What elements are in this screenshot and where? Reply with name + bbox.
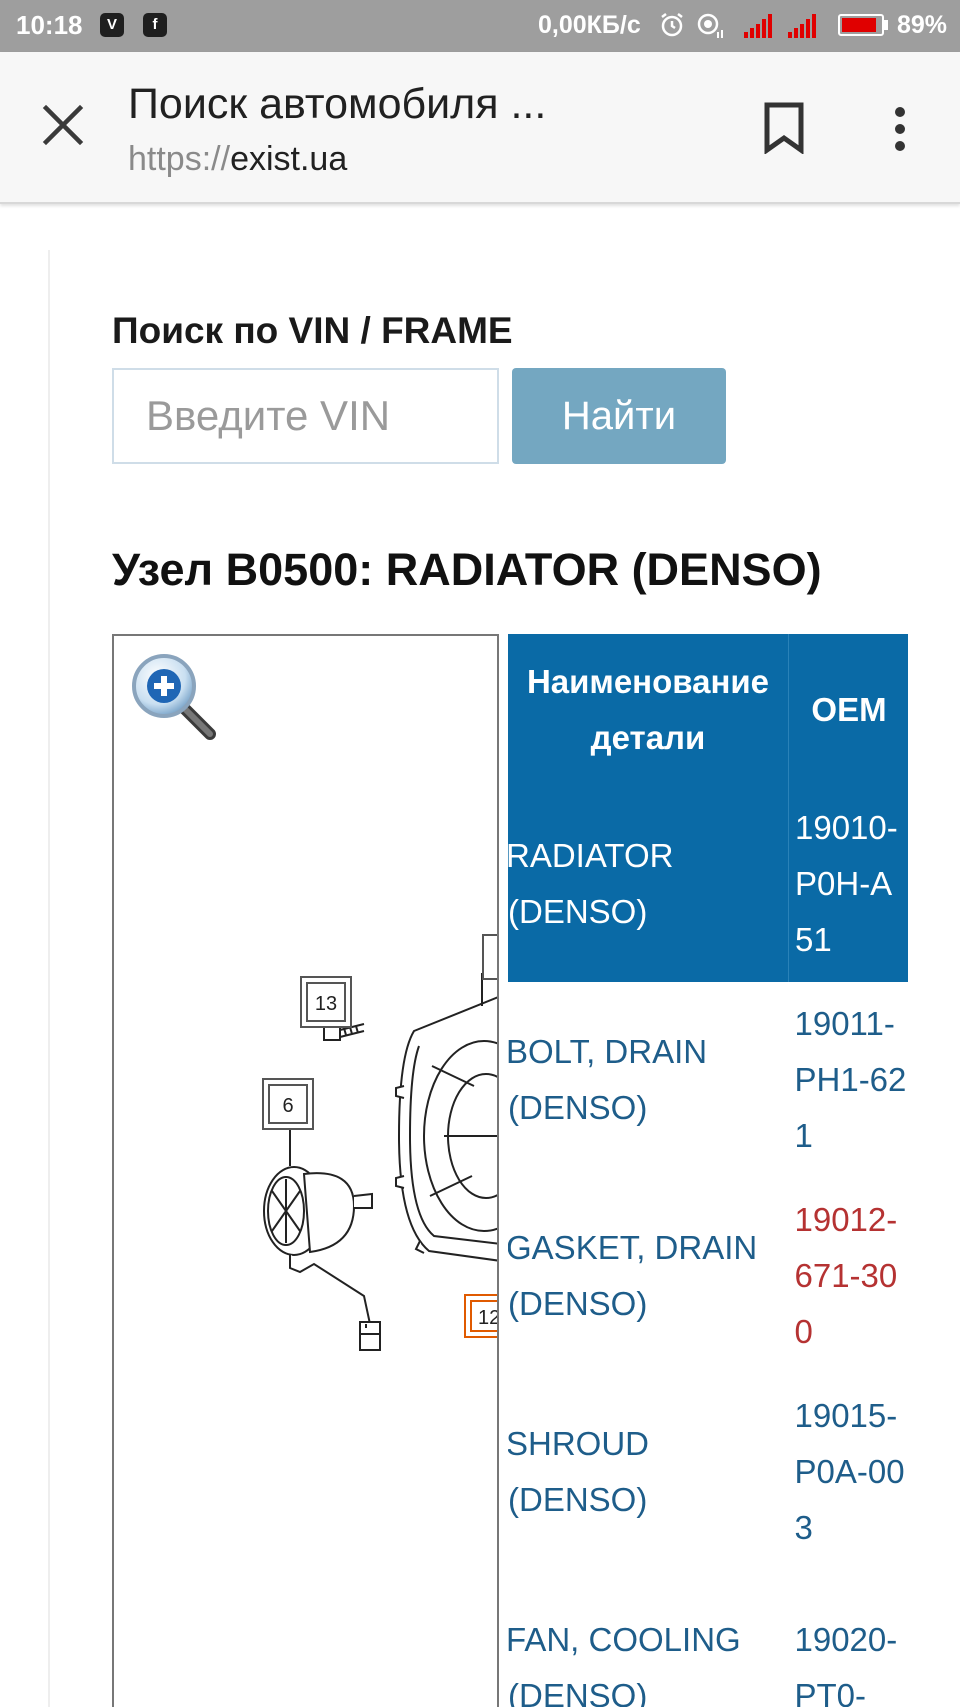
- battery-percent: 89%: [897, 11, 948, 39]
- page-url[interactable]: https://exist.ua: [128, 140, 347, 179]
- viber-icon: V: [100, 13, 124, 37]
- browser-toolbar: Поиск автомобиля ... https://exist.ua: [0, 52, 960, 204]
- callout-13-label: 13: [306, 982, 346, 1022]
- url-host: exist.ua: [230, 140, 348, 178]
- callout-13[interactable]: 13: [300, 976, 352, 1028]
- part-name[interactable]: SHROUD (DENSO): [508, 1374, 789, 1570]
- unit-title: Узел B0500: RADIATOR (DENSO): [112, 544, 822, 595]
- parts-table-body: RADIATOR (DENSO) 19010-P0H-A51 BOLT, DRAIN…: [508, 786, 908, 1707]
- callout-6[interactable]: 6: [262, 1078, 314, 1130]
- part-name[interactable]: BOLT, DRAIN (DENSO): [508, 982, 789, 1178]
- part-name[interactable]: RADIATOR (DENSO): [508, 786, 789, 982]
- part-oem-number[interactable]: 19011-PH1-621: [789, 982, 909, 1178]
- column-header-oem[interactable]: OEM: [788, 634, 908, 786]
- bookmark-icon[interactable]: [762, 102, 806, 154]
- vin-search-label: Поиск по VIN / FRAME: [112, 310, 513, 351]
- callout-12-label: 12: [470, 1300, 497, 1332]
- parts-table-viewport: Наименование детали OEM RADIATOR (DENSO)…: [508, 634, 908, 1707]
- page-content: Поиск по VIN / FRAME Найти Узел B0500: R…: [0, 204, 960, 1707]
- part-name[interactable]: FAN, COOLING (DENSO): [508, 1570, 789, 1707]
- part-oem-number[interactable]: 19010-P0H-A51: [788, 786, 908, 982]
- part-oem-number[interactable]: 19012-671-300: [789, 1178, 909, 1374]
- wifi-icon: [697, 13, 723, 38]
- status-bar: 10:18 V f 0,00КБ/с 89%: [0, 0, 960, 52]
- signal-icon: [744, 14, 772, 38]
- battery-level: [842, 18, 876, 32]
- battery-tip: [884, 20, 888, 30]
- vin-input[interactable]: [112, 368, 499, 464]
- facebook-icon: f: [143, 13, 167, 37]
- table-row[interactable]: RADIATOR (DENSO) 19010-P0H-A51: [508, 786, 908, 982]
- panel-border: [48, 250, 50, 1707]
- table-row[interactable]: SHROUD (DENSO) 19015-P0A-003: [508, 1374, 908, 1570]
- part-oem-number[interactable]: 19020-PT0-: [789, 1570, 909, 1707]
- callout-6-label: 6: [268, 1084, 308, 1124]
- close-icon[interactable]: [38, 100, 88, 150]
- battery-icon: [838, 14, 884, 36]
- more-vertical-icon[interactable]: [880, 104, 920, 154]
- status-time: 10:18: [16, 10, 83, 40]
- part-oem-number[interactable]: 19015-P0A-003: [789, 1374, 909, 1570]
- alarm-icon: [661, 13, 683, 37]
- zoom-in-icon[interactable]: [128, 650, 220, 742]
- table-row[interactable]: BOLT, DRAIN (DENSO) 19011-PH1-621: [508, 982, 908, 1178]
- table-header: Наименование детали OEM: [508, 634, 908, 786]
- parts-table: Наименование детали OEM RADIATOR (DENSO)…: [508, 634, 908, 1707]
- find-button[interactable]: Найти: [512, 368, 726, 464]
- parts-diagram[interactable]: 13 6 12: [112, 634, 499, 1707]
- network-speed: 0,00КБ/с: [538, 11, 641, 39]
- callout-12[interactable]: 12: [464, 1294, 497, 1338]
- callout-partial[interactable]: [482, 934, 497, 980]
- table-row[interactable]: FAN, COOLING (DENSO) 19020-PT0-: [508, 1570, 908, 1707]
- part-name[interactable]: GASKET, DRAIN (DENSO): [508, 1178, 789, 1374]
- table-row[interactable]: GASKET, DRAIN (DENSO) 19012-671-300: [508, 1178, 908, 1374]
- column-header-name[interactable]: Наименование детали: [508, 634, 789, 786]
- signal-icon-2: [788, 14, 816, 38]
- url-scheme: https://: [128, 140, 231, 178]
- page-title: Поиск автомобиля ...: [128, 80, 547, 128]
